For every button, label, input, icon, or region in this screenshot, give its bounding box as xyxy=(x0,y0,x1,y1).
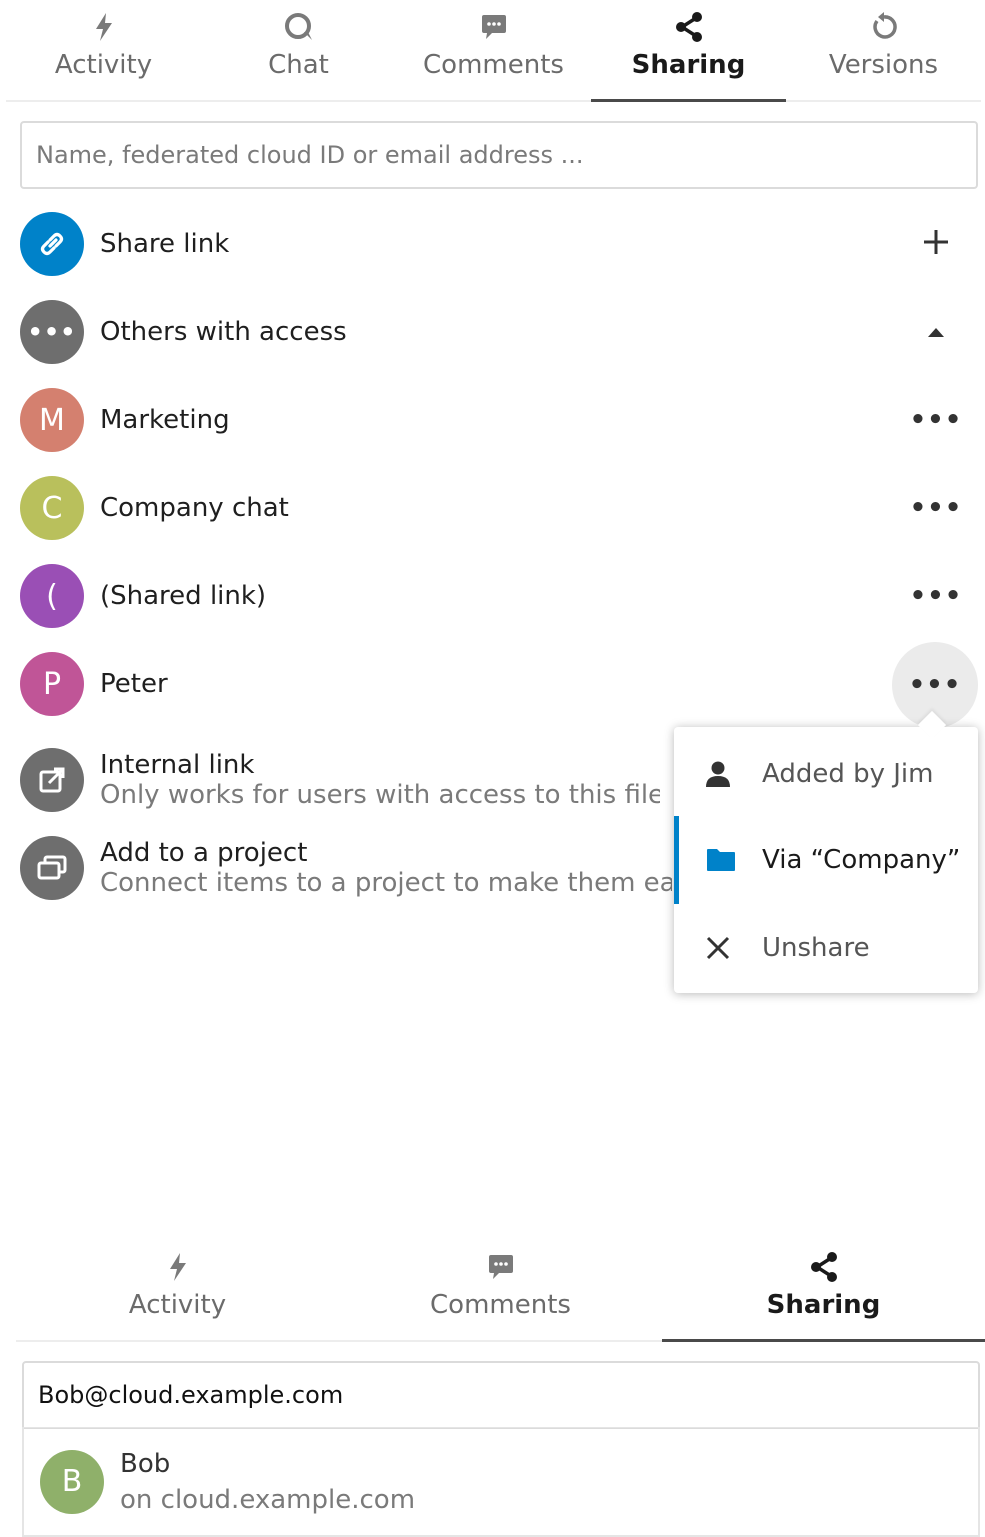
internal-link-title: Internal link xyxy=(100,750,255,780)
add-share-link-button[interactable] xyxy=(892,208,980,280)
share-icon xyxy=(808,1250,840,1284)
share-link-text: Share link xyxy=(100,229,229,259)
avatar-initial: M xyxy=(39,402,65,438)
others-with-access-row[interactable]: ••• Others with access xyxy=(20,296,980,368)
comments-icon xyxy=(479,10,509,44)
collapse-others-button[interactable] xyxy=(892,296,980,368)
more-icon: ••• xyxy=(909,493,963,523)
share-link-label: Share link xyxy=(100,229,230,259)
tab-label: Sharing xyxy=(766,1290,881,1320)
share-entry-text: Company chat xyxy=(100,493,289,523)
others-text: Others with access xyxy=(100,317,347,347)
folder-icon xyxy=(679,848,762,872)
add-project-subtitle: Connect items to a project to make them … xyxy=(100,868,672,898)
share-entry: C Company chat ••• xyxy=(20,472,980,544)
avatar: P xyxy=(20,652,84,716)
projects-icon xyxy=(20,836,84,900)
tab-label: Comments xyxy=(423,50,564,80)
activity-icon xyxy=(167,1250,189,1284)
tab-activity[interactable]: Activity xyxy=(16,1240,339,1340)
tab-sharing[interactable]: Sharing xyxy=(662,1240,985,1342)
share-search-input[interactable]: Bob@cloud.example.com xyxy=(22,1361,980,1429)
share-icon xyxy=(673,10,705,44)
menu-item-via-company[interactable]: Via “Company” xyxy=(674,816,978,904)
internal-link-text: Internal link Only works for users with … xyxy=(100,750,660,810)
others-label: Others with access xyxy=(100,317,347,347)
triangle-up-icon xyxy=(927,323,945,342)
tab-versions[interactable]: Versions xyxy=(786,0,981,100)
menu-item-added-by: Added by Jim xyxy=(674,730,978,818)
tab-bar: Activity Chat Comments Sharing Versions xyxy=(6,0,981,102)
external-link-icon xyxy=(20,748,84,812)
result-subtitle: on cloud.example.com xyxy=(120,1484,416,1515)
search-value: Bob@cloud.example.com xyxy=(38,1381,344,1409)
tab-sharing[interactable]: Sharing xyxy=(591,0,786,102)
menu-label: Added by Jim xyxy=(762,759,934,789)
menu-label: Via “Company” xyxy=(762,845,961,875)
share-name: Company chat xyxy=(100,493,289,523)
result-text: Bob on cloud.example.com xyxy=(120,1449,415,1515)
share-name: (Shared link) xyxy=(100,581,267,611)
tab-chat[interactable]: Chat xyxy=(201,0,396,100)
avatar-initial: B xyxy=(61,1464,83,1499)
tab-label: Sharing xyxy=(631,50,746,80)
share-search-input[interactable] xyxy=(20,121,978,189)
share-name: Marketing xyxy=(100,405,230,435)
link-icon xyxy=(20,212,84,276)
share-entry-text: Peter xyxy=(100,669,168,699)
more-icon: ••• xyxy=(908,670,962,700)
menu-item-unshare[interactable]: Unshare xyxy=(674,904,978,992)
more-icon: ••• xyxy=(909,405,963,435)
add-project-text: Add to a project Connect items to a proj… xyxy=(100,838,672,898)
avatar: M xyxy=(20,388,84,452)
sharing-sidebar-search: Activity Comments Sharing Bob@cloud.exam… xyxy=(0,1240,985,1537)
sharing-sidebar: Activity Chat Comments Sharing Versions xyxy=(0,0,985,1200)
tab-bar: Activity Comments Sharing xyxy=(16,1240,985,1342)
add-project-title: Add to a project xyxy=(100,838,308,868)
history-icon xyxy=(869,10,899,44)
tab-label: Activity xyxy=(128,1290,227,1320)
share-name: Peter xyxy=(100,669,168,699)
avatar: C xyxy=(20,476,84,540)
tab-label: Chat xyxy=(268,50,329,80)
search-result-item[interactable]: B Bob on cloud.example.com xyxy=(22,1427,980,1537)
avatar-initial: C xyxy=(41,490,63,526)
tab-label: Activity xyxy=(54,50,153,80)
comments-icon xyxy=(486,1250,516,1284)
share-actions-menu: Added by Jim Via “Company” Unshare xyxy=(674,727,978,993)
menu-label: Unshare xyxy=(762,933,870,963)
share-menu-button[interactable]: ••• xyxy=(892,472,980,544)
share-entry: M Marketing ••• xyxy=(20,384,980,456)
chat-icon xyxy=(284,10,314,44)
activity-icon xyxy=(93,10,115,44)
share-menu-button[interactable]: ••• xyxy=(892,384,980,456)
tab-comments[interactable]: Comments xyxy=(339,1240,662,1340)
avatar-initial: P xyxy=(42,666,62,702)
tab-comments[interactable]: Comments xyxy=(396,0,591,100)
plus-icon xyxy=(923,229,949,259)
share-entry-text: Marketing xyxy=(100,405,230,435)
share-link-row: Share link xyxy=(20,208,980,280)
more-icon: ••• xyxy=(20,300,84,364)
share-entry-text: (Shared link) xyxy=(100,581,266,611)
user-icon xyxy=(674,760,762,788)
avatar-initial: ( xyxy=(46,578,58,614)
close-icon xyxy=(674,936,762,960)
avatar: B xyxy=(40,1449,104,1514)
result-name: Bob xyxy=(120,1448,171,1479)
tab-label: Versions xyxy=(828,50,939,80)
avatar: ( xyxy=(20,564,84,628)
tab-label: Comments xyxy=(430,1290,571,1320)
internal-link-subtitle: Only works for users with access to this… xyxy=(100,780,660,810)
share-menu-button[interactable]: ••• xyxy=(892,560,980,632)
tab-activity[interactable]: Activity xyxy=(6,0,201,100)
share-entry: ( (Shared link) ••• xyxy=(20,560,980,632)
share-entry: P Peter ••• xyxy=(20,642,980,728)
more-icon: ••• xyxy=(909,581,963,611)
